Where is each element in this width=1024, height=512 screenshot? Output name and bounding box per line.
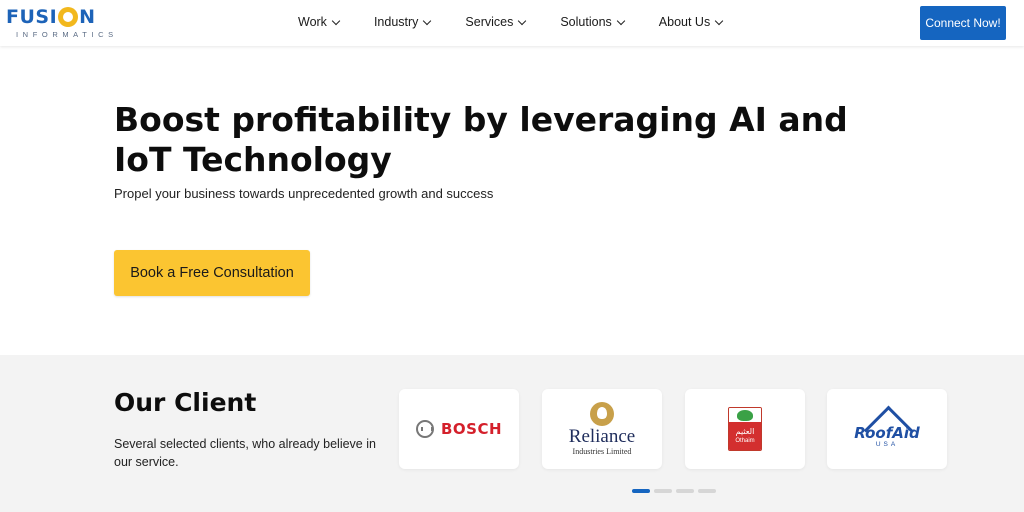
chevron-down-icon [423,16,432,25]
carousel-pagination [632,489,716,493]
nav-item-services[interactable]: Services [465,15,527,29]
carousel-dot[interactable] [698,489,716,493]
chevron-down-icon [331,16,341,25]
othaim-logo-text: Othaim [735,438,755,444]
carousel-dot[interactable] [676,489,694,493]
client-card-othaim: العثيم Othaim [685,389,805,469]
hero-subtitle: Propel your business towards unprecedent… [114,186,494,201]
nav-item-about-us[interactable]: About Us [658,15,724,29]
leaf-icon [737,409,753,421]
logo-wordmark: FUSI N [6,5,96,29]
nav-item-work[interactable]: Work [298,15,341,29]
carousel-dot[interactable] [654,489,672,493]
bosch-logo: BOSCH [415,420,503,438]
chevron-down-icon [518,16,527,25]
logo-o-icon [58,7,79,27]
reliance-logo: Reliance Industries Limited [569,402,635,456]
othaim-leaf-area [729,408,761,422]
clients-title: Our Client [114,388,257,417]
book-consultation-button[interactable]: Book a Free Consultation [114,250,310,296]
roof-icon [859,410,915,426]
reliance-logo-text: Reliance [568,426,636,447]
nav-item-label: Industry [373,15,419,29]
clients-section: Our Client Several selected clients, who… [0,355,1024,512]
site-header: FUSI N INFORMATICS Work Industry Services… [0,0,1024,46]
reliance-logo-subtext: Industries Limited [572,447,632,456]
logo-text: FUSI [6,6,58,28]
othaim-logo-arabic-text: العثيم [735,427,755,436]
nav-item-label: Solutions [560,15,612,29]
carousel-dot[interactable] [632,489,650,493]
connect-now-button[interactable]: Connect Now! [920,6,1006,40]
bosch-emblem-icon [415,420,434,438]
logo-tagline: INFORMATICS [16,30,118,39]
fusion-informatics-logo[interactable]: FUSI N INFORMATICS [6,5,122,41]
nav-item-solutions[interactable]: Solutions [560,15,626,29]
nav-item-label: About Us [658,15,711,29]
othaim-logo: العثيم Othaim [728,407,762,451]
hero-title: Boost profitability by leveraging AI and… [114,100,848,179]
roofaid-logo: RoofAid USA [854,410,919,449]
client-card-roofaid: RoofAid USA [827,389,947,469]
client-card-reliance: Reliance Industries Limited [542,389,662,469]
clients-description: Several selected clients, who already be… [114,437,376,469]
reliance-emblem-icon [590,402,614,426]
chevron-down-icon [714,16,724,25]
bosch-logo-text: BOSCH [440,420,503,438]
main-nav: Work Industry Services Solutions About U… [298,15,724,29]
othaim-text-area: العثيم Othaim [729,422,761,450]
nav-item-label: Services [465,15,514,29]
nav-item-label: Work [298,15,327,29]
nav-item-industry[interactable]: Industry [373,15,432,29]
chevron-down-icon [616,16,626,25]
logo-text-end: N [79,6,96,28]
client-card-bosch: BOSCH [399,389,519,469]
